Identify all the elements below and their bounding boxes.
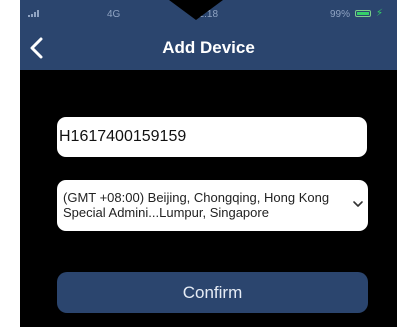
confirm-button[interactable]: Confirm — [57, 272, 368, 313]
chevron-down-icon — [353, 201, 363, 207]
network-type: 4G — [107, 9, 121, 20]
charge-icon: ⚡ — [376, 8, 384, 19]
battery-icon — [355, 10, 371, 17]
timezone-select[interactable]: (GMT +08:00) Beijing, Chongqing, Hong Ko… — [57, 180, 368, 231]
battery-percent: 99% — [330, 9, 351, 20]
app-screen: 4G 21:18 99% ⚡ Add Device (GMT +08:00) B… — [20, 0, 397, 327]
serial-number-input[interactable] — [57, 117, 367, 157]
signal-icon — [28, 10, 39, 17]
page-title: Add Device — [162, 38, 255, 57]
timezone-selected-value: (GMT +08:00) Beijing, Chongqing, Hong Ko… — [63, 190, 330, 220]
header-bar: 4G 21:18 99% ⚡ Add Device — [20, 0, 397, 70]
camera-notch — [169, 0, 223, 20]
